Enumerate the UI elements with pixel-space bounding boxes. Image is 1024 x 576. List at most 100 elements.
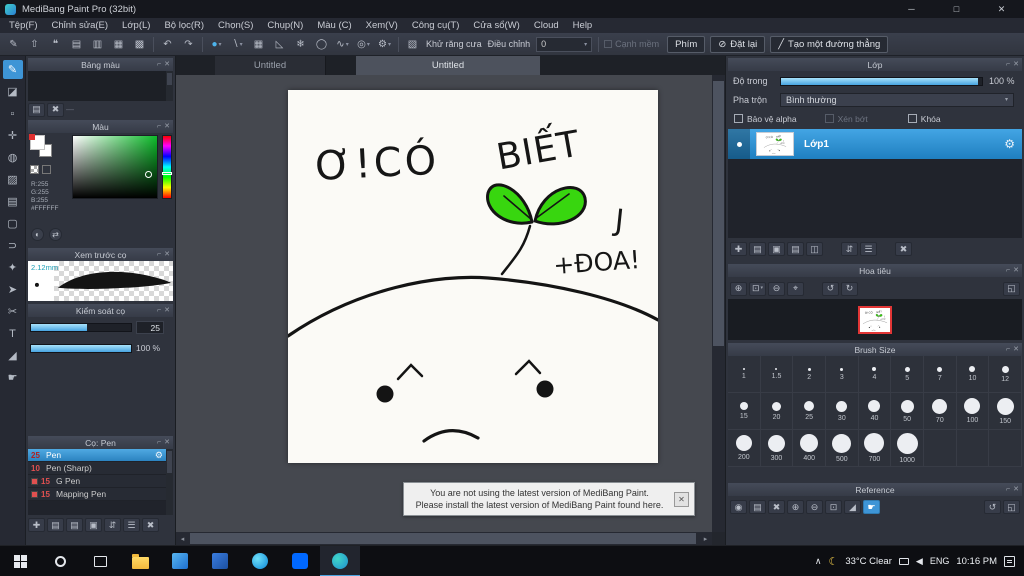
divide-tool[interactable]: ✂ (3, 302, 23, 321)
redo-button[interactable]: ↷ (179, 35, 198, 53)
clipping-checkbox[interactable]: Xén bớt (824, 114, 868, 124)
reset-button[interactable]: ⊘ Đặt lại (710, 35, 766, 53)
popout-icon[interactable]: ⌐ (157, 251, 161, 258)
layer-row-selected[interactable]: Lớp1 ⚙ (728, 129, 1022, 159)
taskbar-file-explorer[interactable] (120, 546, 160, 576)
table-view-button[interactable]: ▩ (130, 35, 149, 53)
pages-button[interactable]: ▥ (88, 35, 107, 53)
weather-readout[interactable]: 33°C Clear (845, 556, 892, 567)
popout-icon[interactable]: ⌐ (1006, 346, 1010, 353)
foreground-background-swatches[interactable] (29, 134, 56, 161)
blend-mode-dropdown[interactable]: Bình thường ▾ (780, 92, 1014, 107)
menu-view[interactable]: Xem(V) (359, 20, 405, 31)
taskbar-zalo[interactable] (280, 546, 320, 576)
taskbar-medibang-active[interactable] (320, 545, 360, 576)
brush-folder-button[interactable]: ▤ (66, 518, 83, 532)
menu-help[interactable]: Help (566, 20, 600, 31)
reference-zoom-in-button[interactable]: ⊕ (787, 500, 804, 514)
brush-size-option[interactable]: 30 (826, 393, 859, 430)
move-layer-button[interactable]: ⇵ (841, 242, 858, 256)
brush-size-slider[interactable] (30, 323, 132, 332)
brush-size-option[interactable]: 1000 (891, 430, 924, 467)
speaker-icon[interactable]: ◀ (916, 556, 923, 566)
close-button[interactable]: ✕ (979, 0, 1024, 18)
zoom-fit-button[interactable]: ⊡ ▾ (749, 281, 766, 296)
hidden-icons-chevron[interactable]: ∧ (815, 556, 822, 566)
brush-item-pen-sharp[interactable]: 10 Pen (Sharp) (28, 462, 173, 475)
navigator-view-rect[interactable] (858, 305, 892, 334)
brush-size-option[interactable]: 200 (728, 430, 761, 467)
taskbar-app-2[interactable] (200, 546, 240, 576)
brush-item-mapping-pen[interactable]: 15 Mapping Pen (28, 488, 173, 501)
vertical-scroll-thumb[interactable] (713, 81, 724, 346)
brush-size-option[interactable]: 25 (793, 393, 826, 430)
grid-snap-button[interactable]: ▦ (249, 35, 268, 53)
brush-size-option[interactable]: 7 (924, 356, 957, 393)
reference-clear-button[interactable]: ✖ (768, 500, 785, 514)
brush-size-option[interactable]: 3 (826, 356, 859, 393)
start-button[interactable] (0, 546, 40, 576)
brush-item-g-pen[interactable]: 15 G Pen (28, 475, 173, 488)
menu-select[interactable]: Chọn(S) (211, 20, 260, 31)
swap-colors-button[interactable]: ⇄ (49, 228, 62, 241)
layer-visibility-toggle[interactable] (728, 129, 750, 159)
close-icon[interactable]: ✕ (1013, 486, 1019, 493)
palette-scrollbar[interactable] (166, 71, 173, 101)
snap-settings-button[interactable]: ⚙ ▾ (375, 35, 394, 53)
create-line-button[interactable]: ╱ Tạo một đường thẳng (770, 35, 889, 53)
brush-menu-button[interactable]: ☰ (123, 518, 140, 532)
reference-open-button[interactable]: ▤ (749, 500, 766, 514)
brush-size-option[interactable]: 15 (728, 393, 761, 430)
menu-snap[interactable]: Chụp(N) (260, 20, 310, 31)
circle-snap-button[interactable]: ◯ (312, 35, 331, 53)
brush-size-option[interactable]: 12 (989, 356, 1022, 393)
delete-brush-button[interactable]: ✖ (142, 518, 159, 532)
close-icon[interactable]: ✕ (1013, 346, 1019, 353)
brush-size-option[interactable]: 1.5 (760, 356, 794, 393)
brush-tip-button[interactable]: ● ▾ (207, 35, 226, 53)
task-view-button[interactable] (80, 546, 120, 576)
zoom-original-button[interactable]: ⌖ (787, 281, 804, 296)
curve-snap-button[interactable]: ∿ ▾ (333, 35, 352, 53)
menu-tools[interactable]: Công cụ(T) (405, 20, 467, 31)
reference-eye-button[interactable]: ◉ (730, 500, 747, 514)
minimize-button[interactable]: ─ (889, 0, 934, 18)
reference-expand-button[interactable]: ◱ (1003, 500, 1020, 514)
brush-size-option[interactable]: 700 (858, 430, 892, 467)
stroke-type-button[interactable]: ∖ ▾ (228, 35, 247, 53)
menu-filter[interactable]: Bộ lọc(R) (157, 20, 211, 31)
text-tool[interactable]: T (3, 324, 23, 343)
notification-center-icon[interactable] (1004, 555, 1015, 567)
document-tab-1[interactable]: Untitled (215, 56, 326, 75)
reference-rotate-button[interactable]: ↺ (984, 500, 1001, 514)
brush-size-option[interactable]: 50 (891, 393, 924, 430)
menu-layer[interactable]: Lớp(L) (115, 20, 157, 31)
taskbar-app-1[interactable] (160, 546, 200, 576)
canvas-vertical-scrollbar[interactable] (712, 75, 725, 532)
title-bar[interactable]: MediBang Paint Pro (32bit) ─ □ ✕ (0, 0, 1024, 18)
popout-icon[interactable]: ⌐ (157, 439, 161, 446)
canvas-viewport[interactable]: Ơ!CÓ BIẾT J +ĐOA! You are not using the … (176, 75, 712, 532)
menu-file[interactable]: Tệp(F) (2, 20, 45, 31)
upload-button[interactable]: ⇧ (25, 35, 44, 53)
draw-mode-button[interactable]: ✎ (4, 35, 23, 53)
reference-hand-button[interactable]: ☛ (863, 500, 880, 514)
symmetry-snap-button[interactable]: ❄ (291, 35, 310, 53)
magic-wand-tool[interactable]: ✦ (3, 258, 23, 277)
eyedropper-tool[interactable]: ◢ (3, 346, 23, 365)
secondary-color-swatch[interactable] (42, 165, 51, 174)
move-tool[interactable]: ✛ (3, 126, 23, 145)
operation-tool[interactable]: ➤ (3, 280, 23, 299)
comment-button[interactable]: ❝ (46, 35, 65, 53)
reference-eyedropper-button[interactable]: ◢ (844, 500, 861, 514)
language-indicator[interactable]: ENG (930, 556, 950, 566)
scroll-left-button[interactable]: ◂ (176, 532, 189, 545)
zoom-out-button[interactable]: ⊖ (768, 281, 785, 296)
popout-icon[interactable]: ⌐ (157, 123, 161, 130)
new-folder-button[interactable]: ▤ (787, 242, 804, 256)
horizontal-scroll-thumb[interactable] (190, 533, 696, 544)
maximize-button[interactable]: □ (934, 0, 979, 18)
popout-icon[interactable]: ⌐ (157, 307, 161, 314)
close-icon[interactable]: ✕ (164, 251, 170, 258)
soft-edge-checkbox[interactable] (604, 40, 613, 48)
